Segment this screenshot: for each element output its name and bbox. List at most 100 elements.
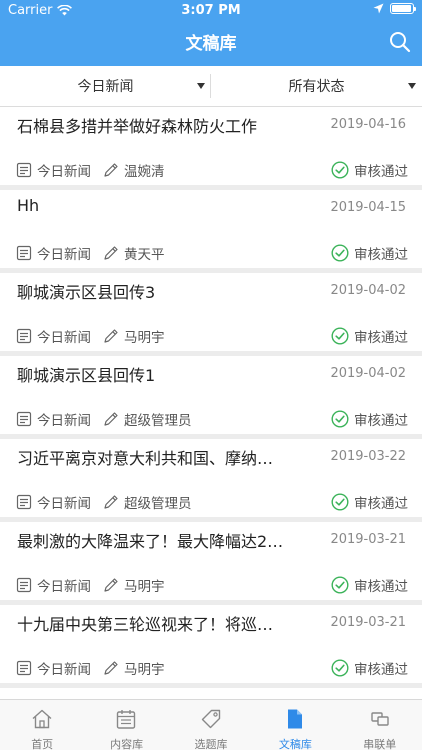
article-author: 黄天平 (124, 247, 165, 263)
check-circle-icon (331, 161, 349, 179)
article-card[interactable]: 石棉县多措并举做好森林防火工作 2019-04-16 今日新闻 温婉清 审核通过 (0, 107, 422, 185)
article-date: 2019-03-21 (330, 615, 406, 630)
article-category: 今日新闻 (37, 579, 91, 595)
pencil-icon (104, 246, 118, 260)
article-author: 超级管理员 (124, 413, 192, 429)
article-category: 今日新闻 (37, 164, 91, 180)
article-category: 今日新闻 (37, 413, 91, 429)
article-list[interactable]: 石棉县多措并举做好森林防火工作 2019-04-16 今日新闻 温婉清 审核通过… (0, 107, 422, 699)
article-author: 超级管理员 (124, 496, 192, 512)
pencil-icon (104, 329, 118, 343)
home-icon (32, 709, 52, 729)
article-card[interactable]: Hh 2019-04-15 今日新闻 黄天平 审核通过 (0, 190, 422, 268)
filter-bar: 今日新闻 所有状态 (0, 66, 422, 107)
category-list-icon (16, 245, 32, 261)
article-card-partial[interactable] (0, 688, 422, 699)
article-category: 今日新闻 (37, 662, 91, 678)
article-title: 石棉县多措并举做好森林防火工作 (17, 117, 258, 136)
article-title: 习近平离京对意大利共和国、摩纳… (17, 449, 274, 468)
article-title: Hh (17, 196, 40, 215)
article-status: 审核通过 (331, 492, 408, 512)
article-status: 审核通过 (331, 575, 408, 595)
article-title: 最刺激的大降温来了！最大降幅达2… (17, 532, 284, 551)
clock: 3:07 PM (181, 3, 241, 18)
article-meta: 今日新闻 马明宇 (16, 327, 165, 346)
tab-manuscript-library[interactable]: 文稿库 (253, 700, 337, 750)
article-card[interactable]: 最刺激的大降温来了！最大降幅达2… 2019-03-21 今日新闻 马明宇 审核… (0, 522, 422, 600)
article-date: 2019-04-02 (330, 283, 406, 298)
article-author: 马明宇 (124, 330, 165, 346)
article-meta: 今日新闻 马明宇 (16, 659, 165, 678)
article-status: 审核通过 (331, 658, 408, 678)
article-title: 聊城演示区县回传1 (17, 366, 156, 385)
tab-home[interactable]: 首页 (0, 700, 84, 750)
article-title: 聊城演示区县回传3 (17, 283, 156, 302)
article-category: 今日新闻 (37, 247, 91, 263)
article-author: 马明宇 (124, 662, 165, 678)
location-arrow-icon (373, 3, 384, 14)
article-category: 今日新闻 (37, 330, 91, 346)
category-filter-label: 今日新闻 (77, 79, 134, 95)
tab-rundown[interactable]: 串联单 (338, 700, 422, 750)
category-list-icon (16, 411, 32, 427)
tab-label: 首页 (31, 738, 54, 750)
bottom-tab-bar: 首页 内容库 选题库 文稿库 串联单 (0, 699, 422, 750)
pencil-icon (104, 412, 118, 426)
article-date: 2019-03-22 (330, 449, 406, 464)
check-circle-icon (331, 327, 349, 345)
article-meta: 今日新闻 马明宇 (16, 576, 165, 595)
article-status: 审核通过 (331, 160, 408, 180)
tab-content-library[interactable]: 内容库 (84, 700, 168, 750)
article-meta: 今日新闻 超级管理员 (16, 410, 192, 429)
article-category: 今日新闻 (37, 496, 91, 512)
pencil-icon (104, 578, 118, 592)
search-button[interactable] (388, 30, 414, 56)
article-card[interactable]: 十九届中央第三轮巡视来了！将巡… 2019-03-21 今日新闻 马明宇 审核通… (0, 605, 422, 683)
document-icon (288, 709, 303, 729)
status-filter-label: 所有状态 (288, 79, 345, 95)
category-list-icon (16, 162, 32, 178)
article-date: 2019-04-15 (330, 200, 406, 215)
article-status: 审核通过 (331, 326, 408, 346)
tab-label: 串联单 (363, 738, 397, 750)
article-author: 温婉清 (124, 164, 165, 180)
article-status-label: 审核通过 (354, 579, 408, 595)
article-meta: 今日新闻 黄天平 (16, 244, 165, 263)
check-circle-icon (331, 576, 349, 594)
status-filter-dropdown[interactable]: 所有状态 (211, 66, 422, 106)
dropdown-triangle-icon (408, 83, 416, 89)
article-status: 审核通过 (331, 243, 408, 263)
article-date: 2019-03-21 (330, 532, 406, 547)
article-date: 2019-04-16 (330, 117, 406, 132)
check-circle-icon (331, 410, 349, 428)
dropdown-triangle-icon (197, 83, 205, 89)
article-date: 2019-04-02 (330, 366, 406, 381)
article-status-label: 审核通过 (354, 496, 408, 512)
category-list-icon (16, 328, 32, 344)
status-bar: Carrier 3:07 PM (0, 0, 422, 22)
article-card[interactable]: 聊城演示区县回传3 2019-04-02 今日新闻 马明宇 审核通过 (0, 273, 422, 351)
article-card[interactable]: 聊城演示区县回传1 2019-04-02 今日新闻 超级管理员 审核通过 (0, 356, 422, 434)
article-status-label: 审核通过 (354, 330, 408, 346)
article-author: 马明宇 (124, 579, 165, 595)
category-list-icon (16, 660, 32, 676)
pencil-icon (104, 163, 118, 177)
search-icon (390, 32, 411, 53)
check-circle-icon (331, 244, 349, 262)
app-header: Carrier 3:07 PM 文稿库 (0, 0, 422, 66)
article-card[interactable]: 习近平离京对意大利共和国、摩纳… 2019-03-22 今日新闻 超级管理员 审… (0, 439, 422, 517)
battery-icon (390, 3, 416, 14)
category-list-icon (16, 494, 32, 510)
category-filter-dropdown[interactable]: 今日新闻 (0, 66, 211, 106)
article-status-label: 审核通过 (354, 164, 408, 180)
category-list-icon (16, 577, 32, 593)
tab-label: 选题库 (194, 738, 228, 750)
article-meta: 今日新闻 超级管理员 (16, 493, 192, 512)
article-status-label: 审核通过 (354, 662, 408, 678)
tab-topic-library[interactable]: 选题库 (169, 700, 253, 750)
article-status-label: 审核通过 (354, 247, 408, 263)
article-status: 审核通过 (331, 409, 408, 429)
tab-label: 内容库 (110, 738, 144, 750)
article-status-label: 审核通过 (354, 413, 408, 429)
link-icon (370, 712, 389, 726)
